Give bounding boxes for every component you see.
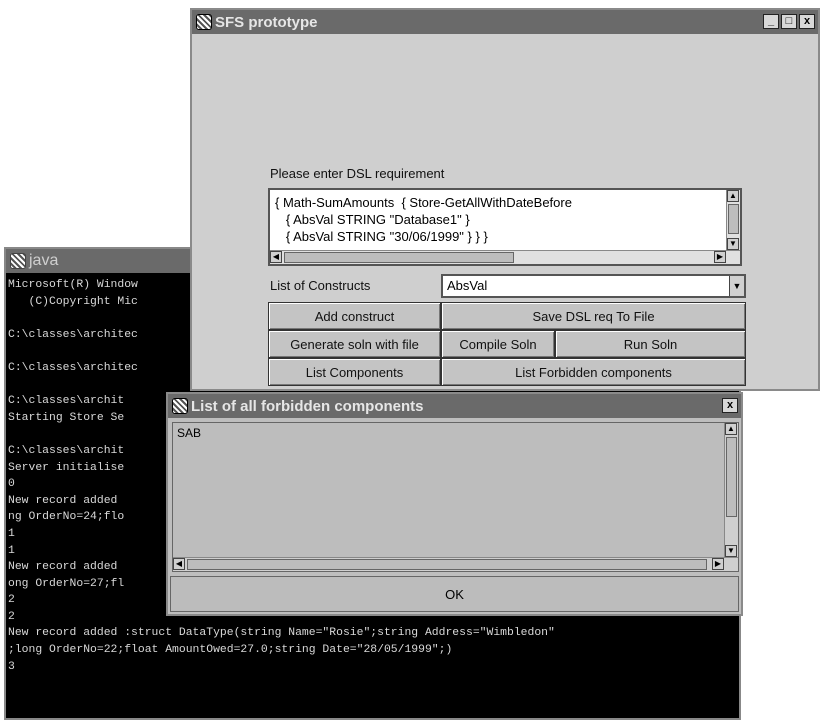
dsl-vertical-scrollbar[interactable]: ▲ ▼ — [726, 190, 740, 250]
list-item[interactable]: SAB — [177, 426, 201, 440]
minimize-button[interactable]: _ — [763, 14, 779, 29]
dsl-prompt-label: Please enter DSL requirement — [270, 166, 445, 181]
vertical-scroll-thumb[interactable] — [726, 437, 737, 517]
dsl-horizontal-scrollbar[interactable]: ◀ ▶ — [270, 250, 740, 264]
constructs-select[interactable]: AbsVal ▼ — [441, 274, 746, 298]
window-controls: _ □ x — [763, 14, 815, 29]
scroll-up-icon[interactable]: ▲ — [727, 190, 739, 202]
console-line: ;long OrderNo=22;float AmountOwed=27.0;s… — [8, 644, 453, 657]
console-title: java — [29, 252, 59, 269]
scroll-right-icon[interactable]: ▶ — [714, 251, 726, 263]
scroll-right-icon[interactable]: ▶ — [712, 558, 724, 570]
app-icon — [172, 398, 188, 414]
dsl-requirement-text: { Math-SumAmounts { Store-GetAllWithDate… — [275, 195, 572, 244]
dsl-requirement-textarea[interactable]: { Math-SumAmounts { Store-GetAllWithDate… — [268, 188, 742, 266]
console-line: New record added :struct DataType(string… — [8, 627, 555, 640]
scroll-down-icon[interactable]: ▼ — [725, 545, 737, 557]
java-app-icon — [10, 253, 26, 269]
maximize-button[interactable]: □ — [781, 14, 797, 29]
console-line: 3 — [8, 660, 15, 673]
scroll-left-icon[interactable]: ◀ — [270, 251, 282, 263]
generate-soln-button[interactable]: Generate soln with file — [268, 330, 441, 358]
ok-button[interactable]: OK — [170, 576, 739, 612]
add-construct-button[interactable]: Add construct — [268, 302, 441, 330]
compile-soln-button[interactable]: Compile Soln — [441, 330, 555, 358]
horizontal-scroll-thumb[interactable] — [284, 252, 514, 263]
forbidden-list[interactable]: SAB ▲ ▼ ◀ ▶ — [172, 422, 739, 572]
window-controls: x — [722, 398, 738, 413]
chevron-down-icon[interactable]: ▼ — [729, 276, 744, 296]
sfs-prototype-window[interactable]: SFS prototype _ □ x Please enter DSL req… — [190, 8, 820, 391]
sfs-title: SFS prototype — [215, 13, 318, 31]
close-button[interactable]: x — [722, 398, 738, 413]
scroll-left-icon[interactable]: ◀ — [173, 558, 185, 570]
vertical-scroll-thumb[interactable] — [728, 204, 739, 234]
constructs-label: List of Constructs — [270, 278, 371, 293]
close-button[interactable]: x — [799, 14, 815, 29]
scroll-down-icon[interactable]: ▼ — [727, 238, 739, 250]
save-dsl-button[interactable]: Save DSL req To File — [441, 302, 746, 330]
list-components-button[interactable]: List Components — [268, 358, 441, 386]
sfs-titlebar[interactable]: SFS prototype — [192, 10, 818, 34]
constructs-selected-value: AbsVal — [447, 278, 488, 293]
forbidden-titlebar[interactable]: List of all forbidden components — [168, 394, 741, 418]
run-soln-button[interactable]: Run Soln — [555, 330, 746, 358]
list-forbidden-button[interactable]: List Forbidden components — [441, 358, 746, 386]
list-horizontal-scrollbar[interactable]: ◀ ▶ — [173, 557, 738, 571]
app-icon — [196, 14, 212, 30]
forbidden-components-window[interactable]: List of all forbidden components x SAB ▲… — [166, 392, 743, 616]
forbidden-title: List of all forbidden components — [191, 397, 424, 415]
list-vertical-scrollbar[interactable]: ▲ ▼ — [724, 423, 738, 557]
scroll-up-icon[interactable]: ▲ — [725, 423, 737, 435]
forbidden-list-items: SAB — [177, 426, 201, 440]
horizontal-scroll-thumb[interactable] — [187, 559, 707, 570]
